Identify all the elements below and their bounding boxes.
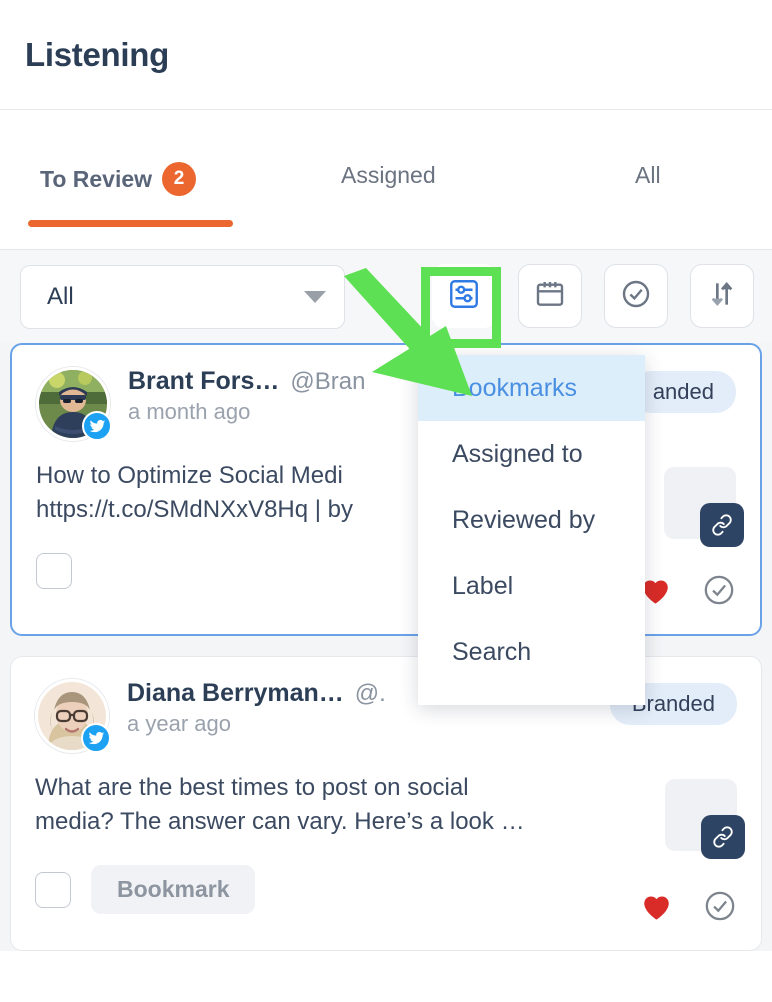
scope-select[interactable]: All (20, 264, 345, 329)
select-post-checkbox[interactable] (35, 871, 71, 908)
dropdown-item-reviewed-by[interactable]: Reviewed by (418, 487, 645, 553)
toolbar-buttons (432, 264, 754, 328)
post-right-actions (640, 889, 737, 928)
bookmark-button[interactable]: Bookmark (91, 865, 256, 915)
tab-bar: To Review 2 Assigned All (0, 110, 772, 250)
tab-assigned-label: Assigned (341, 162, 436, 188)
tab-assigned[interactable]: Assigned (341, 162, 436, 189)
filter-button[interactable] (432, 264, 496, 328)
dropdown-item-assigned-to[interactable]: Assigned to (418, 421, 645, 487)
post-card[interactable]: anded Brant Fors… @Bran a month ago How … (10, 343, 762, 636)
page-title: Listening (25, 35, 169, 73)
filter-sliders-icon (447, 277, 481, 316)
post-text-line: What are the best times to post on socia… (35, 774, 469, 801)
mark-reviewed-icon[interactable] (703, 889, 737, 928)
avatar[interactable] (36, 367, 112, 441)
link-chain-icon (700, 503, 744, 547)
status-badge: anded (630, 371, 736, 413)
post-handle[interactable]: @Bran (290, 368, 365, 396)
post-text-line: media? The answer can vary. Here’s a loo… (35, 808, 525, 836)
post-list: anded Brant Fors… @Bran a month ago How … (0, 343, 772, 951)
date-range-button[interactable] (518, 264, 582, 328)
post-author[interactable]: Diana Berryman… (127, 679, 344, 708)
calendar-icon (534, 278, 566, 315)
post-right-actions (639, 573, 736, 612)
mark-reviewed-icon[interactable] (702, 573, 736, 612)
scope-select-value: All (47, 282, 74, 310)
listening-app: Listening To Review 2 Assigned All All a… (0, 0, 772, 1002)
sort-button[interactable] (690, 264, 754, 328)
like-heart-icon[interactable] (640, 891, 673, 926)
tab-all[interactable]: All (635, 162, 661, 189)
link-thumbnail[interactable] (665, 779, 745, 859)
twitter-icon (82, 411, 112, 441)
filter-dropdown-menu[interactable]: Bookmarks Assigned to Reviewed by Label … (418, 355, 645, 705)
dropdown-item-search[interactable]: Search (418, 619, 645, 685)
active-tab-underline (28, 220, 233, 227)
tab-all-label: All (635, 162, 661, 188)
tab-to-review-badge: 2 (162, 162, 197, 196)
post-actions: Bookmark (35, 865, 737, 915)
avatar[interactable] (35, 679, 111, 753)
post-handle[interactable]: @. (355, 680, 386, 708)
page-header: Listening (0, 0, 772, 110)
twitter-icon (81, 723, 111, 753)
chevron-down-icon (304, 290, 326, 303)
dropdown-item-bookmarks[interactable]: Bookmarks (418, 355, 645, 421)
post-card[interactable]: Branded Diana Berryman… @. a year ago Wh… (10, 656, 762, 951)
sort-arrows-icon (706, 278, 738, 315)
filter-bar: All (0, 250, 772, 343)
post-author[interactable]: Brant Fors… (128, 367, 279, 396)
reviewed-filter-button[interactable] (604, 264, 668, 328)
check-circle-icon (620, 278, 652, 315)
link-chain-icon (701, 815, 745, 859)
select-post-checkbox[interactable] (36, 553, 72, 590)
post-text: What are the best times to post on socia… (35, 771, 737, 839)
link-thumbnail[interactable] (664, 467, 744, 547)
tab-to-review[interactable]: To Review 2 (40, 162, 197, 196)
dropdown-item-label[interactable]: Label (418, 553, 645, 619)
tab-to-review-label: To Review (40, 165, 153, 192)
